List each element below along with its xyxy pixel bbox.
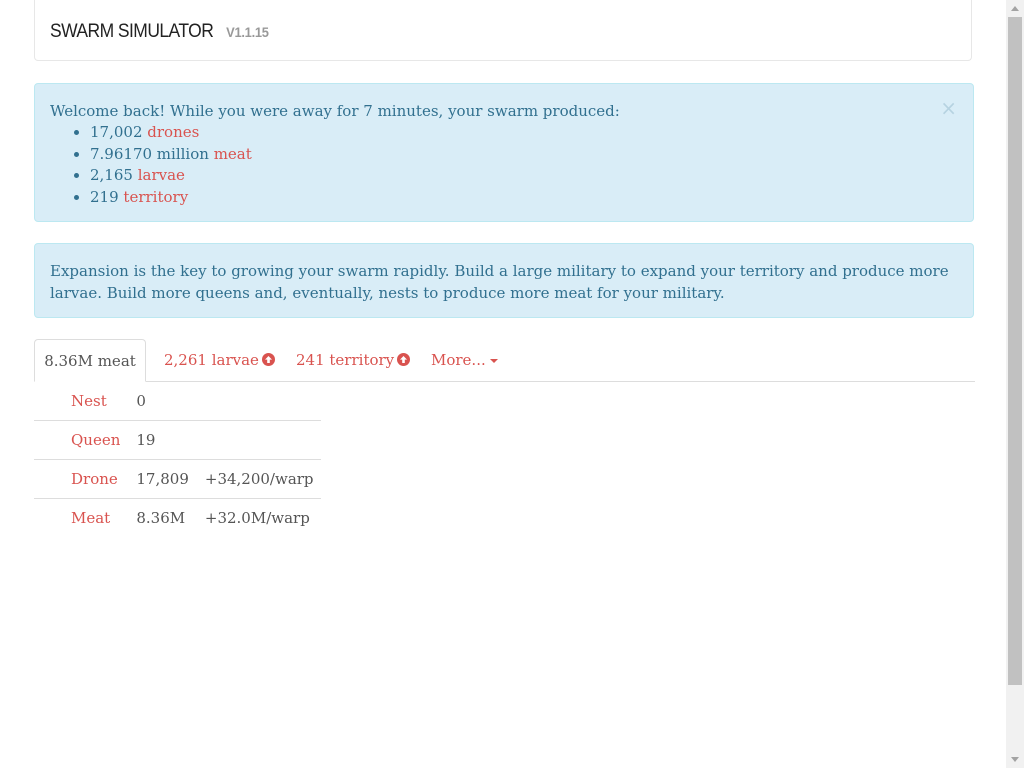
- produced-amount: 2,165: [90, 166, 133, 184]
- unit-link-larvae[interactable]: larvae: [138, 166, 185, 184]
- arrow-up-circle-icon: [261, 353, 275, 366]
- unit-table: Nest 0 Queen 19 Drone 17,809 +34,200/war…: [34, 382, 321, 537]
- page: SWARM SIMULATOR V1.1.15 × Welcome back! W…: [0, 0, 1006, 768]
- table-row[interactable]: Queen 19: [34, 420, 321, 460]
- welcome-back-alert: × Welcome back! While you were away for …: [34, 83, 974, 222]
- unit-production: [197, 382, 321, 421]
- tip-alert: Expansion is the key to growing your swa…: [34, 243, 974, 318]
- unit-link-drones[interactable]: drones: [147, 123, 199, 141]
- unit-name[interactable]: Meat: [34, 498, 129, 537]
- brand[interactable]: SWARM SIMULATOR V1.1.15: [50, 21, 269, 43]
- list-item: 17,002 drones: [90, 122, 958, 144]
- tab-territory[interactable]: 241 territory: [296, 339, 411, 382]
- unit-production: +32.0M/warp: [196, 498, 321, 537]
- scroll-down-icon[interactable]: [1011, 757, 1019, 762]
- tab-meat-label: 8.36M meat: [44, 352, 136, 370]
- unit-link-territory[interactable]: territory: [123, 188, 188, 206]
- tab-more-dropdown[interactable]: More...: [431, 339, 498, 382]
- unit-production: +34,200/warp: [196, 459, 321, 499]
- produced-amount: 7.96170 million: [90, 144, 209, 163]
- version-label: V1.1.15: [226, 24, 269, 40]
- tab-larvae-label: 2,261 larvae: [164, 351, 259, 369]
- tip-text: Expansion is the key to growing your swa…: [50, 262, 949, 302]
- unit-name[interactable]: Drone: [34, 459, 129, 499]
- resource-tabs: 8.36M meat 2,261 larvae 241 territory Mo…: [34, 339, 975, 382]
- table-row[interactable]: Drone 17,809 +34,200/warp: [34, 459, 321, 499]
- unit-production: [196, 420, 321, 460]
- tab-more-label: More...: [431, 351, 486, 369]
- vertical-scrollbar[interactable]: [1006, 0, 1024, 768]
- produced-amount: 219: [90, 187, 119, 206]
- unit-count: 0: [136, 392, 146, 410]
- unit-link-meat[interactable]: meat: [214, 145, 252, 163]
- close-icon[interactable]: ×: [940, 98, 957, 118]
- table-row[interactable]: Meat 8.36M +32.0M/warp: [34, 498, 321, 537]
- navbar: SWARM SIMULATOR V1.1.15: [34, 0, 972, 61]
- tab-meat[interactable]: 8.36M meat: [34, 339, 146, 382]
- unit-name[interactable]: Queen: [34, 420, 129, 460]
- unit-count: 19: [128, 420, 197, 460]
- scrollbar-thumb[interactable]: [1008, 17, 1022, 685]
- unit-count: 17,809: [128, 459, 197, 499]
- list-item: 2,165 larvae: [90, 165, 958, 187]
- tab-territory-label: 241 territory: [296, 351, 395, 369]
- brand-title[interactable]: SWARM SIMULATOR: [50, 21, 214, 42]
- scroll-up-icon[interactable]: [1011, 6, 1019, 11]
- caret-down-icon: [489, 359, 498, 363]
- list-item: 219 territory: [90, 187, 958, 209]
- welcome-message: Welcome back! While you were away for 7 …: [50, 102, 620, 120]
- arrow-up-circle-icon: [397, 353, 411, 366]
- table-row[interactable]: Nest 0: [34, 382, 321, 421]
- produced-list: 17,002 drones 7.96170 million meat 2,165…: [50, 122, 958, 208]
- produced-amount: 17,002: [90, 123, 143, 141]
- unit-count: 8.36M: [128, 498, 197, 537]
- unit-name[interactable]: Nest: [34, 382, 128, 421]
- tab-larvae[interactable]: 2,261 larvae: [164, 339, 275, 382]
- list-item: 7.96170 million meat: [90, 144, 958, 166]
